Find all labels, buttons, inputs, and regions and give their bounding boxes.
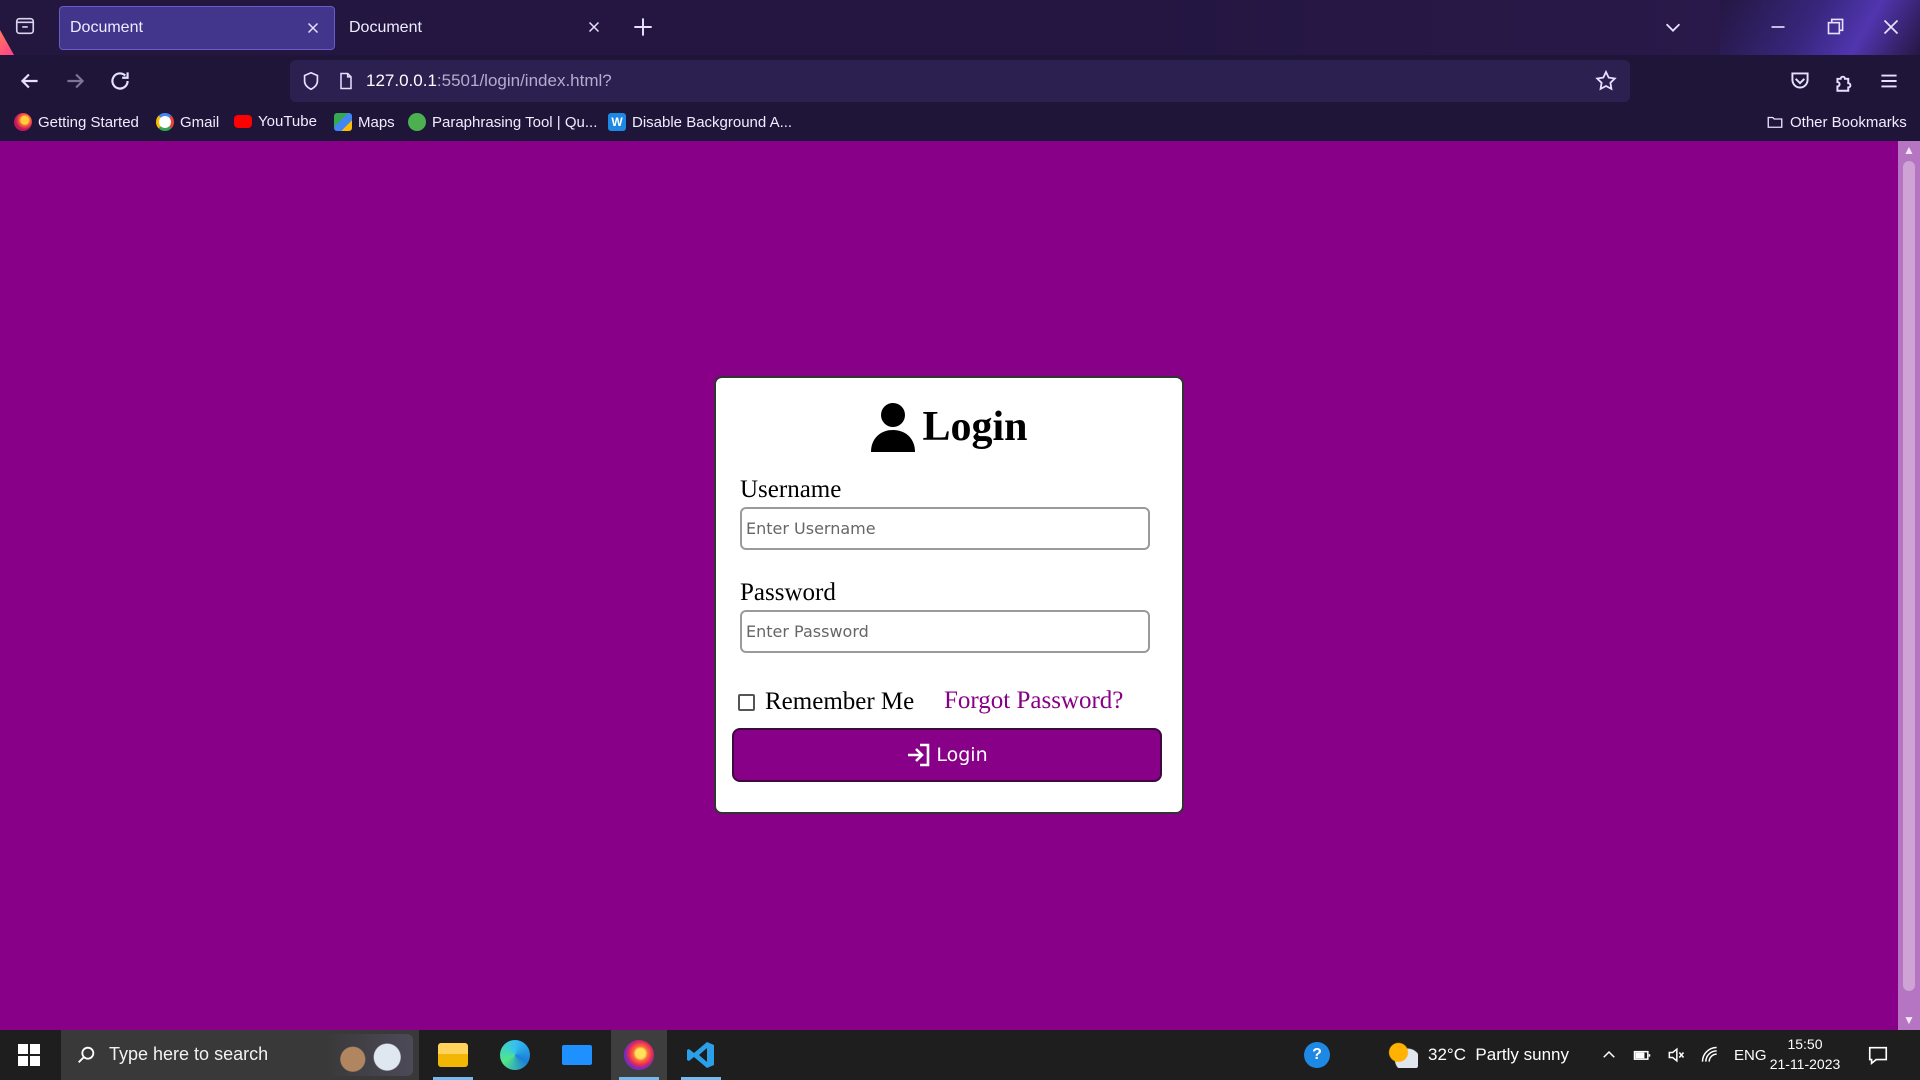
bookmark-label: Other Bookmarks xyxy=(1790,113,1907,131)
help-icon[interactable]: ? xyxy=(1304,1030,1330,1080)
folder-icon xyxy=(438,1043,468,1067)
address-bar[interactable]: 127.0.0.1:5501/login/index.html? xyxy=(290,60,1630,102)
speaker-muted-icon[interactable] xyxy=(1666,1045,1686,1065)
system-tray: ENG xyxy=(1600,1030,1767,1080)
mail-app[interactable] xyxy=(549,1030,605,1080)
forgot-password-link[interactable]: Forgot Password? xyxy=(944,687,1123,715)
remember-me-row: Remember Me xyxy=(738,688,914,716)
close-icon[interactable] xyxy=(304,19,322,37)
remember-me-label[interactable]: Remember Me xyxy=(765,688,914,716)
tab-list-icon[interactable] xyxy=(14,15,36,37)
clock-time: 15:50 xyxy=(1787,1036,1823,1052)
taskbar-search[interactable]: Type here to search xyxy=(61,1030,419,1080)
tab-title: Document xyxy=(349,19,422,36)
tab-document-active[interactable]: Document xyxy=(59,6,335,50)
maps-icon xyxy=(334,113,352,131)
notifications-icon[interactable] xyxy=(1866,1044,1890,1066)
page-viewport: Login Username Password Remember Me Forg… xyxy=(0,141,1898,1030)
bookmark-maps[interactable]: Maps xyxy=(334,113,395,131)
weather-text: 32°C Partly sunny xyxy=(1428,1045,1569,1064)
weather-widget[interactable]: 32°C Partly sunny xyxy=(1388,1030,1569,1080)
url-host: 127.0.0.1 xyxy=(366,71,437,90)
partly-sunny-icon xyxy=(1388,1042,1418,1068)
scrollbar-thumb[interactable] xyxy=(1903,161,1915,991)
restore-icon[interactable] xyxy=(1822,14,1848,40)
bookmark-label: Gmail xyxy=(180,113,220,131)
bookmark-gmail[interactable]: Gmail xyxy=(156,113,219,131)
password-label: Password xyxy=(740,579,836,606)
taskbar: Type here to search ? 32°C Partly sunny xyxy=(0,1030,1920,1080)
quillbot-icon xyxy=(408,113,426,131)
firefox-icon xyxy=(624,1040,654,1070)
search-placeholder: Type here to search xyxy=(109,1044,269,1064)
chevron-up-icon[interactable] xyxy=(1600,1046,1618,1064)
windows-start-icon[interactable] xyxy=(18,1044,40,1066)
folder-icon xyxy=(1766,113,1784,131)
shield-icon[interactable] xyxy=(300,70,322,92)
login-button[interactable]: Login xyxy=(732,728,1162,782)
login-button-label: Login xyxy=(936,744,988,766)
firefox-icon xyxy=(14,113,32,131)
w-icon: W xyxy=(608,113,626,131)
url-path: :5501/login/index.html? xyxy=(436,71,612,90)
chevron-down-icon[interactable] xyxy=(1662,16,1684,38)
file-explorer-app[interactable] xyxy=(425,1030,481,1080)
clock[interactable]: 15:50 21-11-2023 xyxy=(1760,1034,1850,1074)
scroll-down-arrow-icon[interactable]: ▼ xyxy=(1902,1013,1916,1027)
bookmark-youtube[interactable]: YouTube xyxy=(234,113,317,130)
close-icon[interactable] xyxy=(585,18,603,36)
menu-icon[interactable] xyxy=(1876,68,1902,94)
bookmark-label: Getting Started xyxy=(38,113,139,131)
close-window-icon[interactable] xyxy=(1878,14,1904,40)
vscode-app[interactable] xyxy=(673,1030,729,1080)
bookmarks-toolbar: Getting Started Gmail YouTube Maps Parap… xyxy=(0,107,1920,141)
back-arrow-icon[interactable] xyxy=(17,68,43,94)
bookmark-label: YouTube xyxy=(258,113,317,130)
page-icon[interactable] xyxy=(336,70,356,92)
bookmark-label: Maps xyxy=(358,113,395,131)
scroll-up-arrow-icon[interactable]: ▲ xyxy=(1902,143,1916,157)
search-icon xyxy=(75,1044,97,1066)
edge-app[interactable] xyxy=(487,1030,543,1080)
page-scrollbar[interactable]: ▲ ▼ xyxy=(1898,141,1920,1030)
user-icon xyxy=(870,402,916,452)
bookmark-getting-started[interactable]: Getting Started xyxy=(14,113,139,131)
vscode-icon xyxy=(686,1040,716,1070)
username-label: Username xyxy=(740,476,842,503)
tab-bar: Document Document xyxy=(0,0,1920,55)
bookmark-label: Paraphrasing Tool | Qu... xyxy=(432,113,598,131)
mail-icon xyxy=(562,1045,592,1065)
password-input[interactable] xyxy=(740,610,1150,653)
bookmark-disable-background[interactable]: W Disable Background A... xyxy=(608,113,792,131)
bookmark-label: Disable Background A... xyxy=(632,113,793,131)
tab-title: Document xyxy=(70,19,143,36)
pocket-icon[interactable] xyxy=(1787,68,1813,94)
new-tab-icon[interactable] xyxy=(630,14,656,40)
navigation-bar: 127.0.0.1:5501/login/index.html? xyxy=(0,55,1920,107)
edge-icon xyxy=(500,1040,530,1070)
username-input[interactable] xyxy=(740,507,1150,550)
login-card: Login Username Password Remember Me Forg… xyxy=(714,376,1184,814)
firefox-app[interactable] xyxy=(611,1030,667,1080)
remember-me-checkbox[interactable] xyxy=(738,693,755,711)
theme-decoration xyxy=(0,30,14,55)
battery-icon[interactable] xyxy=(1632,1045,1652,1065)
wifi-icon[interactable] xyxy=(1700,1045,1720,1065)
youtube-icon xyxy=(234,115,252,128)
minimize-icon[interactable] xyxy=(1765,14,1791,40)
clock-date: 21-11-2023 xyxy=(1769,1056,1841,1072)
extensions-icon[interactable] xyxy=(1832,68,1858,94)
url-text[interactable]: 127.0.0.1:5501/login/index.html? xyxy=(366,71,612,91)
google-icon xyxy=(156,113,174,131)
bookmark-star-icon[interactable] xyxy=(1594,69,1618,93)
sign-in-icon xyxy=(906,742,932,768)
login-title: Login xyxy=(922,404,1028,450)
search-highlight-image xyxy=(327,1034,413,1076)
forward-arrow-icon[interactable] xyxy=(62,68,88,94)
login-heading: Login xyxy=(716,402,1182,452)
bookmark-paraphrasing-tool[interactable]: Paraphrasing Tool | Qu... xyxy=(408,113,597,131)
tab-document[interactable]: Document xyxy=(339,6,615,50)
reload-icon[interactable] xyxy=(107,68,133,94)
other-bookmarks[interactable]: Other Bookmarks xyxy=(1766,113,1907,131)
